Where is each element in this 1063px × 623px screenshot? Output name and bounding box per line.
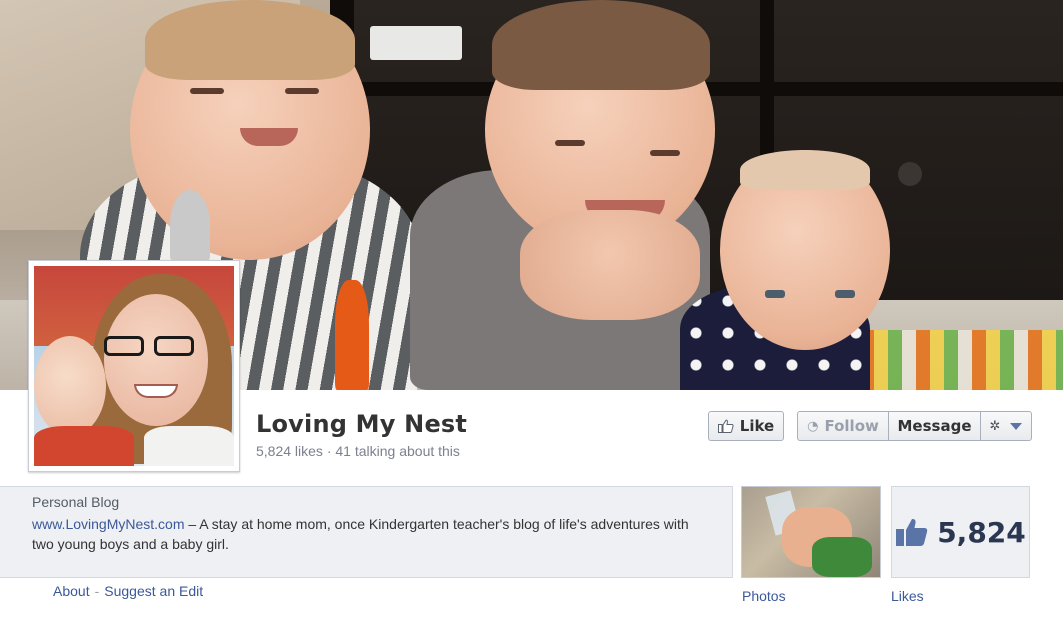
page-stats: 5,824 likes · 41 talking about this: [256, 443, 460, 459]
about-links: About - Suggest an Edit: [53, 583, 203, 599]
follow-button[interactable]: ◔ Follow: [798, 412, 888, 440]
page-category: Personal Blog: [32, 494, 120, 510]
cover-game-console: [370, 26, 462, 60]
like-button[interactable]: Like: [708, 411, 784, 441]
profile-picture[interactable]: [28, 260, 240, 472]
cover-cabinet-knob: [898, 162, 922, 186]
likes-tile[interactable]: 5,824: [891, 486, 1030, 578]
website-link[interactable]: www.LovingMyNest.com: [32, 516, 185, 532]
caret-down-icon: [1010, 422, 1023, 430]
page-description: www.LovingMyNest.com – A stay at home mo…: [32, 514, 712, 554]
likes-link[interactable]: Likes: [891, 588, 924, 604]
page-action-group: ◔ Follow Message ✲: [797, 411, 1032, 441]
talking-about-text: 41 talking about this: [335, 443, 460, 459]
message-button[interactable]: Message: [888, 412, 980, 440]
cover-rug: [860, 330, 1063, 390]
about-links-separator: -: [94, 583, 100, 599]
cover-toy-rocket-orange: [335, 280, 369, 390]
gear-icon: ✲: [989, 418, 1001, 434]
settings-dropdown-button[interactable]: ✲: [980, 412, 1031, 440]
rss-icon: ◔: [807, 418, 819, 434]
stats-separator: ·: [326, 443, 332, 459]
suggest-edit-link[interactable]: Suggest an Edit: [104, 583, 203, 599]
cover-toy-rocket-grey: [170, 190, 210, 260]
profile-photo: [34, 266, 234, 466]
photos-tile[interactable]: [741, 486, 881, 578]
likes-tile-count: 5,824: [937, 515, 1026, 549]
about-link[interactable]: About: [53, 583, 90, 599]
page-title: Loving My Nest: [256, 410, 468, 438]
message-button-label: Message: [897, 417, 972, 435]
likes-count-text: 5,824 likes: [256, 443, 323, 459]
thumbs-up-icon: [717, 419, 734, 433]
photos-link[interactable]: Photos: [742, 588, 786, 604]
like-button-label: Like: [739, 417, 775, 435]
thumbs-up-icon: [896, 518, 928, 546]
follow-button-label: Follow: [824, 417, 879, 435]
